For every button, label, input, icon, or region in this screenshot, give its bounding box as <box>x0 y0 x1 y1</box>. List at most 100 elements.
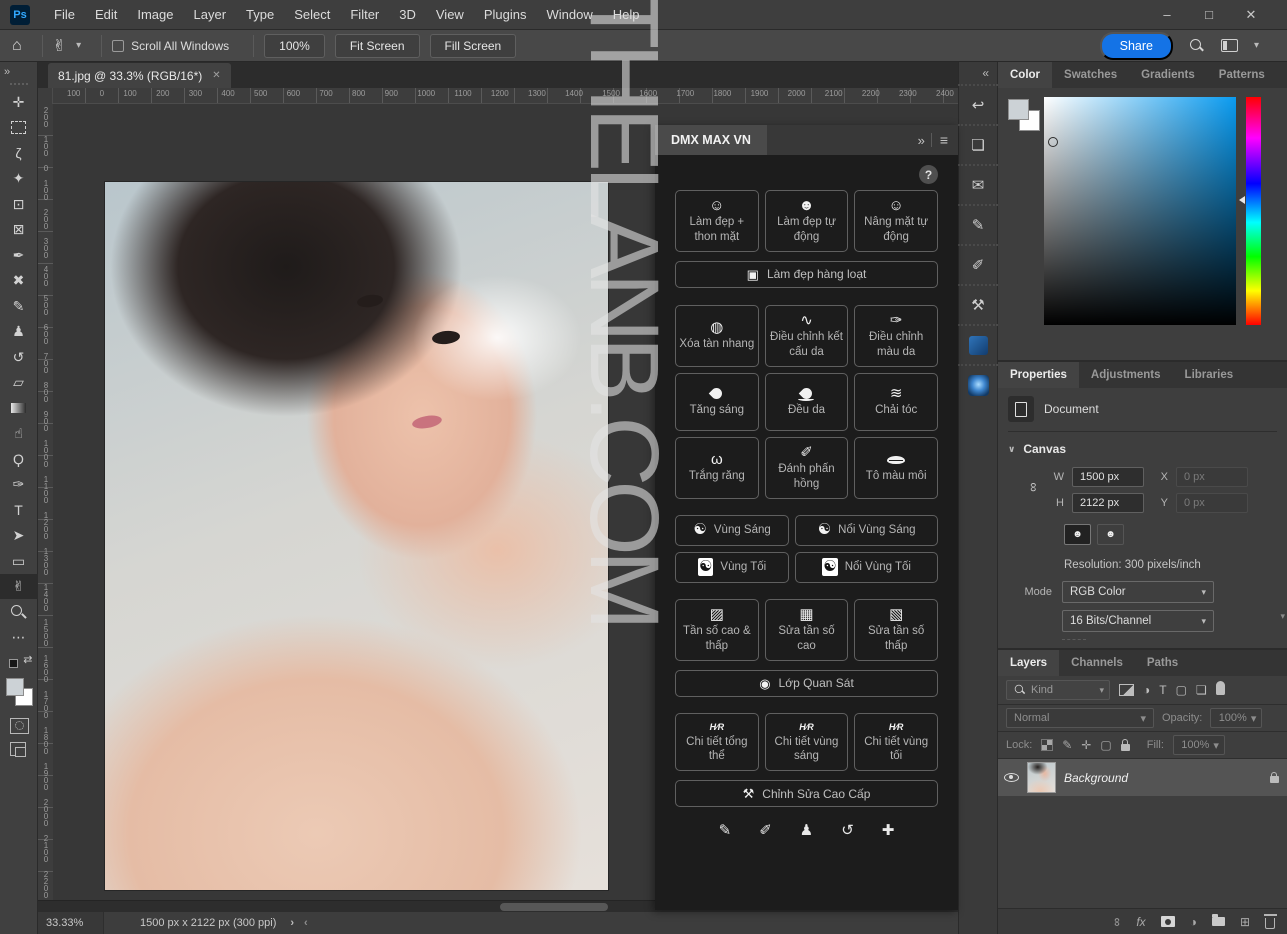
workspace-switcher-icon[interactable] <box>1221 39 1238 52</box>
crop-tool[interactable]: ⊡ <box>0 191 38 217</box>
home-icon[interactable]: ⌂ <box>12 37 22 55</box>
plugin-collapse-icon[interactable]: » <box>918 133 923 148</box>
freq-high-low-button[interactable]: ▨ Tần số cao & thấp <box>675 599 759 661</box>
y-input[interactable]: 0 px <box>1176 493 1248 513</box>
menu-item[interactable]: Image <box>127 3 183 26</box>
search-icon[interactable] <box>1189 38 1205 54</box>
x-input[interactable]: 0 px <box>1176 467 1248 487</box>
add-adjustment-layer-icon[interactable]: ◑ <box>1190 915 1197 929</box>
menu-item[interactable]: Select <box>284 3 340 26</box>
lock-transparency-icon[interactable] <box>1041 739 1053 751</box>
lock-all-icon[interactable] <box>1121 744 1130 751</box>
fill-dropdown[interactable]: 100% ▾ <box>1173 735 1225 755</box>
fg-bg-swatches[interactable] <box>0 676 38 712</box>
smudge-tool[interactable]: ☝ <box>0 421 38 447</box>
delete-layer-icon[interactable] <box>1265 918 1275 929</box>
zoom-level[interactable]: 33.33% <box>38 912 104 934</box>
dark-region-button[interactable]: ☯ Vùng Tối <box>675 552 789 583</box>
screen-mode-toggle[interactable] <box>0 737 38 763</box>
clone-stamp-tool[interactable]: ♟ <box>0 319 38 345</box>
menu-item[interactable]: Type <box>236 3 284 26</box>
blend-mode-dropdown[interactable]: Normal ▾ <box>1006 708 1154 728</box>
hand-tool-icon[interactable]: ✌ <box>53 36 66 56</box>
dodge-tool[interactable]: Ϙ <box>0 446 38 472</box>
gradient-tool[interactable] <box>0 395 38 421</box>
layer-filter-kind-dropdown[interactable]: Kind ▾ <box>1006 680 1110 700</box>
status-expand-icon[interactable]: › <box>290 917 294 929</box>
scroll-left-icon[interactable]: ‹ <box>304 917 308 929</box>
beauty-auto-button[interactable]: ☻ Làm đẹp tự động <box>765 190 849 252</box>
menu-item[interactable]: Plugins <box>474 3 537 26</box>
plugin-mixer-brush-icon[interactable]: ✐ <box>759 821 772 839</box>
chevron-down-icon[interactable]: ▾ <box>1254 40 1259 51</box>
layer-lock-icon[interactable] <box>1270 776 1279 783</box>
more-tools[interactable]: ⋯ <box>0 625 38 651</box>
quick-mask-toggle[interactable] <box>0 712 38 738</box>
collapse-section-icon[interactable]: ∨ <box>1008 444 1015 455</box>
history-panel-icon[interactable]: ↩ <box>958 84 998 124</box>
close-button[interactable]: ✕ <box>1243 7 1259 23</box>
rectangle-tool[interactable]: ▭ <box>0 548 38 574</box>
tab-color[interactable]: Color <box>998 62 1052 88</box>
comb-hair-button[interactable]: ≋ Chải tóc <box>854 373 938 431</box>
fix-low-freq-button[interactable]: ▧ Sửa tần số thấp <box>854 599 938 661</box>
foreground-color-swatch[interactable] <box>1008 99 1029 120</box>
tab-paths[interactable]: Paths <box>1135 650 1190 676</box>
color-cursor[interactable] <box>1048 137 1058 147</box>
minimize-button[interactable]: – <box>1159 7 1175 23</box>
opacity-dropdown[interactable]: 100% ▾ <box>1210 708 1262 728</box>
plugin-stamp-icon[interactable]: ♟ <box>800 821 813 839</box>
tool-presets-panel-icon[interactable]: ⚒ <box>958 284 998 324</box>
batch-beauty-button[interactable]: ▣ Làm đẹp hàng loạt <box>675 261 938 288</box>
filter-smart-objects-icon[interactable]: ❏ <box>1196 683 1207 697</box>
menu-item[interactable]: Edit <box>85 3 127 26</box>
layer-filter-toggle[interactable] <box>1216 681 1225 695</box>
lock-position-icon[interactable]: ✛ <box>1081 738 1091 752</box>
menu-item[interactable]: Filter <box>340 3 389 26</box>
hue-bar[interactable] <box>1246 97 1261 325</box>
scrollbar-thumb[interactable] <box>500 903 608 911</box>
comment-panel-icon[interactable]: ✉ <box>958 164 998 204</box>
menu-item[interactable]: 3D <box>389 3 426 26</box>
tab-libraries[interactable]: Libraries <box>1173 362 1246 388</box>
dock-gripper[interactable] <box>10 83 28 85</box>
filter-adjustment-layers-icon[interactable]: ◑ <box>1143 683 1150 697</box>
lock-paint-icon[interactable]: ✎ <box>1062 738 1072 752</box>
tab-patterns[interactable]: Patterns <box>1207 62 1277 88</box>
zoom-tool[interactable] <box>0 599 38 625</box>
saturation-field[interactable] <box>1044 97 1236 325</box>
bit-depth-dropdown[interactable]: 16 Bits/Channel ▾ <box>1062 610 1214 632</box>
layer-style-fx-icon[interactable]: fx <box>1136 915 1145 929</box>
new-group-icon[interactable] <box>1212 917 1225 926</box>
lasso-tool[interactable]: ζ <box>0 140 38 166</box>
new-layer-icon[interactable]: ⊞ <box>1240 915 1250 929</box>
plugin-menu-icon[interactable]: ≡ <box>940 132 948 148</box>
tab-close-icon[interactable]: ✕ <box>212 70 220 81</box>
tab-swatches[interactable]: Swatches <box>1052 62 1129 88</box>
help-icon[interactable]: ? <box>919 165 938 184</box>
swap-colors-mini[interactable] <box>0 650 38 676</box>
hue-slider-marker[interactable] <box>1239 196 1245 204</box>
frame-tool[interactable]: ⊠ <box>0 217 38 243</box>
brush-tool[interactable]: ✎ <box>0 293 38 319</box>
bright-region-button[interactable]: ☯ Vùng Sáng <box>675 515 789 546</box>
chevron-down-icon[interactable]: ▾ <box>76 40 81 51</box>
even-skin-button[interactable]: Đều da <box>765 373 849 431</box>
menu-item[interactable]: Window <box>536 3 602 26</box>
scroll-all-windows-checkbox[interactable] <box>112 40 124 52</box>
fix-high-freq-button[interactable]: ▦ Sửa tần số cao <box>765 599 849 661</box>
advanced-edit-button[interactable]: ⚒ Chỉnh Sửa Cao Cấp <box>675 780 938 807</box>
eyedropper-tool[interactable]: ✒ <box>0 242 38 268</box>
orientation-portrait-button[interactable]: ☻ <box>1064 524 1091 545</box>
tab-adjustments[interactable]: Adjustments <box>1079 362 1173 388</box>
layer-row-background[interactable]: Background <box>998 759 1287 796</box>
maximize-button[interactable]: □ <box>1201 7 1217 23</box>
retouch-plugin-icon[interactable] <box>958 364 998 404</box>
move-tool[interactable]: ✛ <box>0 89 38 115</box>
detail-highlights-button[interactable]: H∕R Chi tiết vùng sáng <box>765 713 849 772</box>
substance-3d-plugin-icon[interactable] <box>958 324 998 364</box>
lip-color-button[interactable]: Tô màu môi <box>854 437 938 499</box>
blush-button[interactable]: ✐ Đánh phấn hồng <box>765 437 849 499</box>
orientation-landscape-button[interactable]: ☻ <box>1097 524 1124 545</box>
tab-layers[interactable]: Layers <box>998 650 1059 676</box>
